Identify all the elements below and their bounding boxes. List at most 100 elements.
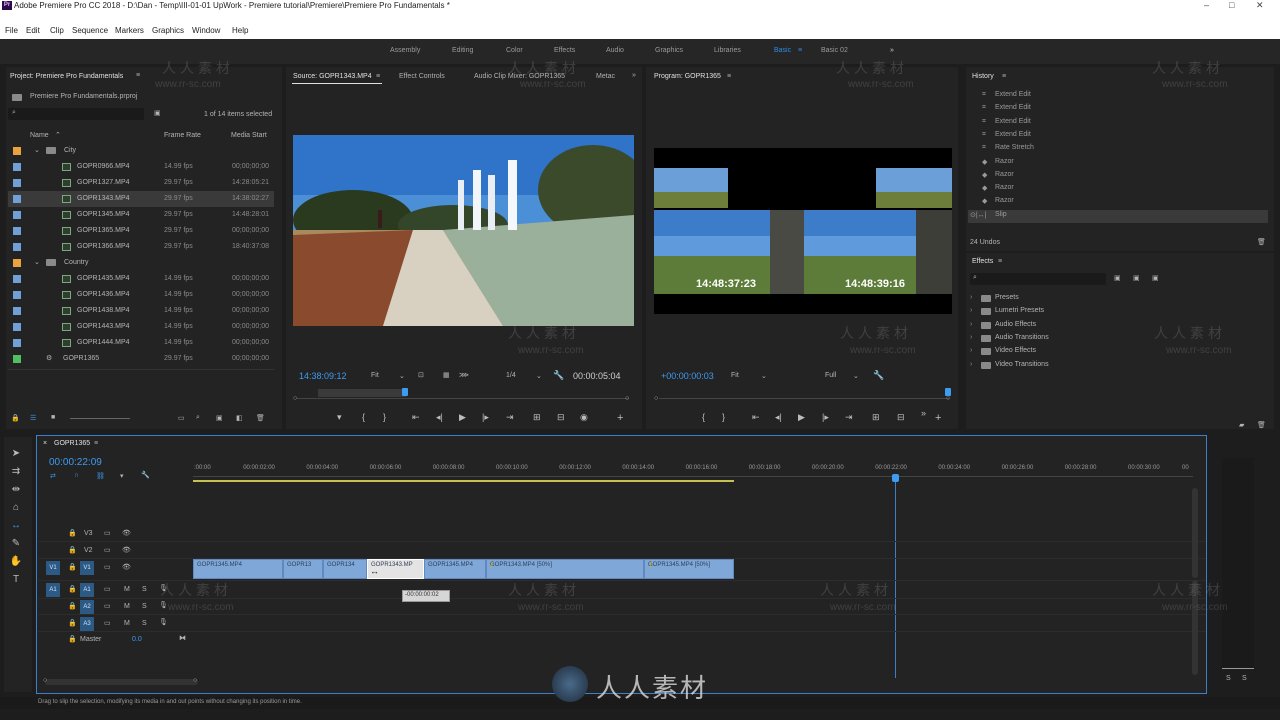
source-settings-wrench-icon[interactable]: 🔧 [553,370,564,381]
program-step-back-icon[interactable]: ◂| [775,412,782,423]
program-mark-out-icon[interactable]: } [722,412,725,422]
mark-out-icon[interactable]: } [383,412,386,422]
sync-v1-icon[interactable]: ▭ [104,563,111,571]
lock-master-icon[interactable]: 🔒 [68,635,77,643]
menu-markers[interactable]: Markers [115,26,144,35]
project-item[interactable]: GOPR1444.MP4 14.99 fps 00;00;00;00 [8,335,274,351]
source-add-button-icon[interactable]: + [617,412,623,424]
mark-in-icon[interactable]: { [362,412,365,422]
workspace-menu-icon[interactable]: ≡ [798,47,802,54]
source-zoom-select[interactable]: Fit [371,372,379,379]
project-item[interactable]: ⌄ City [8,143,274,159]
effects-category[interactable]: Video Transitions [995,361,1049,368]
label-color-swatch[interactable] [13,243,21,251]
workspace-audio[interactable]: Audio [606,47,624,54]
meter-solo-right[interactable]: S [1242,675,1247,682]
eye-v1-icon[interactable]: 👁 [122,563,131,571]
track-a1-target[interactable]: A1 [80,583,94,597]
sync-a2-icon[interactable]: ▭ [104,602,111,610]
program-go-to-in-icon[interactable]: ⇤ [752,412,760,423]
workspace-assembly[interactable]: Assembly [390,47,420,54]
project-item[interactable]: GOPR1365.MP4 29.97 fps 00;00;00;00 [8,223,274,239]
disclosure-triangle-icon[interactable]: ⌄ [34,146,40,154]
drag-audio-icon[interactable]: ⋙ [459,371,469,379]
h-scroll-left-handle-icon[interactable]: ○ [43,677,47,684]
workspace-effects[interactable]: Effects [554,47,575,54]
linked-selection-icon[interactable]: ⛓ [96,472,105,480]
mic-a3-icon[interactable]: 🎙 [159,618,168,626]
effects-category[interactable]: Presets [995,294,1019,301]
mute-a1-icon[interactable]: M [124,586,130,593]
project-item[interactable]: GOPR1345.MP4 29.97 fps 14:48:28:01 [8,207,274,223]
32bit-effects-icon[interactable]: ▣ [1133,274,1140,282]
lock-v1-icon[interactable]: 🔒 [68,563,77,571]
project-item[interactable]: GOPR1327.MP4 29.97 fps 14:28:05:21 [8,175,274,191]
source-menu-icon[interactable]: ≡ [376,73,380,80]
go-to-out-icon[interactable]: ⇥ [506,412,514,423]
effects-search-input[interactable] [970,273,1106,285]
menu-sequence[interactable]: Sequence [72,26,108,35]
project-item[interactable]: GOPR0966.MP4 14.99 fps 00;00;00;00 [8,159,274,175]
history-item[interactable]: Extend Edit [995,118,1031,125]
timeline-h-scrollbar[interactable] [45,679,198,685]
label-color-swatch[interactable] [13,195,21,203]
safe-margins-icon[interactable]: ⊡ [418,371,424,379]
go-to-in-icon[interactable]: ⇤ [412,412,420,423]
close-icon[interactable]: ✕ [1256,0,1264,11]
video-v-scrollbar[interactable] [1192,488,1198,578]
source-scroll-right-icon[interactable]: ○ [625,395,629,402]
timeline-timecode[interactable]: 00:00:22:09 [49,457,102,468]
effects-disclosure-icon[interactable]: › [970,347,972,354]
label-color-swatch[interactable] [13,163,21,171]
delete-icon[interactable]: 🗑 [256,414,265,422]
source-resolution-select[interactable]: 1/4 [506,372,516,379]
sync-v3-icon[interactable]: ▭ [104,529,111,537]
new-item-icon[interactable]: ◧ [236,414,243,422]
program-go-to-out-icon[interactable]: ⇥ [845,412,853,423]
project-item[interactable]: ⌄ Country [8,255,274,271]
solo-a3-icon[interactable]: S [142,620,147,627]
eye-v2-icon[interactable]: 👁 [122,546,131,554]
zoom-slider[interactable] [70,418,130,419]
master-go-to-icon[interactable]: ⧓ [179,634,186,642]
effects-tab[interactable]: Effects [972,258,993,265]
workspace-basic[interactable]: Basic [774,47,791,54]
program-scroll-left-icon[interactable]: ○ [654,395,658,402]
effects-disclosure-icon[interactable]: › [970,307,972,314]
effect-controls-tab[interactable]: Effect Controls [399,73,445,80]
history-item[interactable]: Razor [995,184,1014,191]
step-forward-icon[interactable]: |▸ [482,412,489,423]
disclosure-triangle-icon[interactable]: ⌄ [34,258,40,266]
source-timecode[interactable]: 14:38:09:12 [299,371,347,381]
add-marker-icon[interactable]: ▾ [337,412,342,423]
timeline-clip[interactable]: GOPR1343.MP4 [50%] [486,559,644,579]
workspace-libraries[interactable]: Libraries [714,47,741,54]
extract-icon[interactable]: ⊟ [897,412,905,423]
slip-tool-icon[interactable]: ↔ [8,518,24,534]
effects-category[interactable]: Video Effects [995,347,1036,354]
project-item[interactable]: GOPR1438.MP4 14.99 fps 00;00;00;00 [8,303,274,319]
panel-menu-icon[interactable]: ≡ [136,72,140,79]
lock-a3-icon[interactable]: 🔒 [68,619,77,627]
nest-sequence-icon[interactable]: ⇄ [50,472,56,480]
workspace-color[interactable]: Color [506,47,523,54]
history-tab[interactable]: History [972,73,994,80]
effects-category[interactable]: Lumetri Presets [995,307,1044,314]
source-zoom-chevron-icon[interactable]: ⌄ [399,372,405,380]
step-back-icon[interactable]: ◂| [436,412,443,423]
column-frame-rate[interactable]: Frame Rate [164,132,201,139]
label-color-swatch[interactable] [13,307,21,315]
metadata-tab[interactable]: Metac [596,73,615,80]
label-color-swatch[interactable] [13,179,21,187]
timeline-menu-icon[interactable]: ≡ [94,440,98,447]
track-v1-target[interactable]: V1 [80,561,94,575]
label-color-swatch[interactable] [13,211,21,219]
ripple-edit-tool-icon[interactable]: ⇹ [8,482,24,498]
sync-a3-icon[interactable]: ▭ [104,619,111,627]
more-tabs-icon[interactable]: » [632,72,636,79]
source-patch-a1[interactable]: A1 [46,583,60,597]
list-view-icon[interactable]: ☰ [30,414,36,422]
timeline-settings-wrench-icon[interactable]: 🔧 [141,471,150,479]
timeline-close-icon[interactable]: × [43,440,47,447]
eye-v3-icon[interactable]: 👁 [122,529,131,537]
